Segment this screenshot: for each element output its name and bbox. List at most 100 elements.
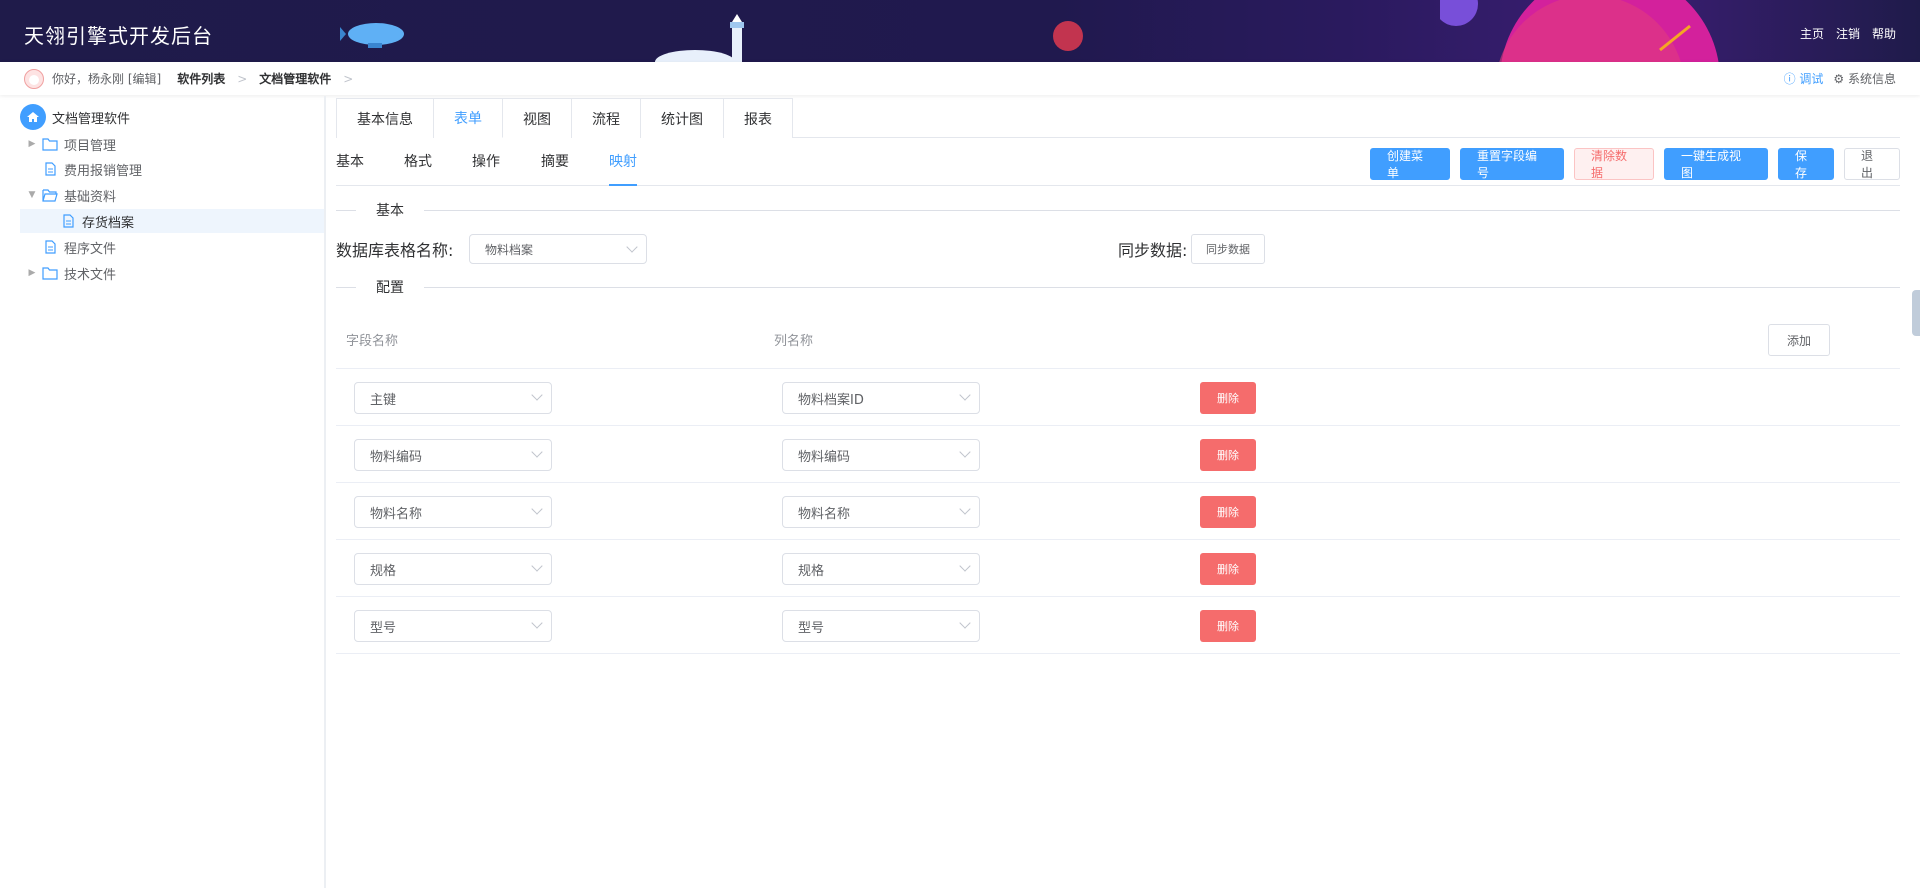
chevron-down-icon <box>531 617 543 629</box>
tree-item-program-files[interactable]: 程序文件 <box>38 235 116 259</box>
column-value: 物料档案ID <box>798 392 864 408</box>
chevron-down-icon <box>959 560 971 572</box>
delete-button[interactable]: 删除 <box>1200 610 1256 642</box>
tree-item-project[interactable]: ▶ 项目管理 <box>26 132 116 156</box>
tab-flow[interactable]: 流程 <box>572 98 641 138</box>
tab-bar: 基本信息 表单 视图 流程 统计图 报表 <box>336 98 1900 138</box>
top-header: 天翎引擎式开发后台 主页 注销 帮助 <box>0 0 1920 62</box>
subtab-summary[interactable]: 摘要 <box>541 138 569 186</box>
save-button[interactable]: 保存 <box>1778 148 1834 180</box>
table-name-label: 数据库表格名称: <box>336 241 454 260</box>
folder-open-icon <box>42 189 58 202</box>
column-header-column: 列名称 <box>774 334 814 349</box>
tree-root[interactable]: 文档管理软件 <box>20 104 130 130</box>
subheader-actions: ⓘ 调试 ⚙ 系统信息 <box>1784 70 1896 87</box>
column-select[interactable]: 物料编码 <box>782 439 980 471</box>
tree-item-inventory[interactable]: 存货档案 <box>20 209 324 233</box>
section-basic-title: 基本 <box>356 200 424 220</box>
reset-field-number-button[interactable]: 重置字段编号 <box>1460 148 1564 180</box>
tab-view[interactable]: 视图 <box>503 98 572 138</box>
table-row: 物料名称 物料名称 删除 <box>336 483 1900 540</box>
column-value: 型号 <box>798 620 825 636</box>
chevron-right-icon: > <box>237 71 248 86</box>
clear-data-button[interactable]: 清除数据 <box>1574 148 1654 180</box>
subtab-basic[interactable]: 基本 <box>336 138 364 186</box>
delete-button[interactable]: 删除 <box>1200 382 1256 414</box>
tab-report[interactable]: 报表 <box>724 98 793 138</box>
field-select[interactable]: 规格 <box>354 553 552 585</box>
gear-icon: ⚙ <box>1833 72 1848 86</box>
exit-button[interactable]: 退出 <box>1844 148 1900 180</box>
tree-item-basic-data[interactable]: ▼ 基础资料 <box>26 183 116 207</box>
column-value: 物料编码 <box>798 449 851 465</box>
chevron-down-icon <box>531 503 543 515</box>
tree-item-label: 基础资料 <box>64 189 117 205</box>
document-icon <box>45 162 56 176</box>
table-name-select[interactable]: 物料档案 <box>469 234 647 264</box>
section-divider <box>336 210 1900 211</box>
tree-item-label: 项目管理 <box>64 138 117 154</box>
chevron-down-icon <box>531 446 543 458</box>
caret-right-icon[interactable]: ▶ <box>26 268 38 278</box>
logout-link[interactable]: 注销 <box>1836 25 1860 42</box>
field-value: 物料编码 <box>370 449 423 465</box>
tree-item-tech-files[interactable]: ▶ 技术文件 <box>26 261 116 285</box>
chevron-down-icon <box>531 560 543 572</box>
tree-item-label: 存货档案 <box>82 215 135 231</box>
home-link[interactable]: 主页 <box>1800 25 1824 42</box>
caret-right-icon[interactable]: ▶ <box>26 139 38 149</box>
tree-item-label: 技术文件 <box>64 267 117 283</box>
sync-data-label: 同步数据: <box>1118 241 1188 260</box>
sidebar: 文档管理软件 ▶ 项目管理 费用报销管理 ▼ 基础资料 存货档案 程序文件 ▶ … <box>0 96 326 888</box>
main-panel: 基本信息 表单 视图 流程 统计图 报表 基本 格式 操作 摘要 映射 创建菜单… <box>336 96 1900 888</box>
table-row: 型号 型号 删除 <box>336 597 1900 654</box>
user-greeting[interactable]: 你好，杨永刚 [编辑] <box>52 70 161 87</box>
field-select[interactable]: 物料名称 <box>354 496 552 528</box>
chevron-down-icon <box>959 446 971 458</box>
column-select[interactable]: 物料档案ID <box>782 382 980 414</box>
tree-item-label: 程序文件 <box>64 241 117 257</box>
column-select[interactable]: 型号 <box>782 610 980 642</box>
tree-root-label: 文档管理软件 <box>52 111 131 127</box>
add-button[interactable]: 添加 <box>1768 324 1831 356</box>
tab-form[interactable]: 表单 <box>434 98 503 138</box>
table-row: 规格 规格 删除 <box>336 540 1900 597</box>
breadcrumb-item-current[interactable]: 文档管理软件 <box>259 70 331 87</box>
subtab-mapping[interactable]: 映射 <box>609 138 637 186</box>
system-info-link[interactable]: ⚙ 系统信息 <box>1833 70 1896 87</box>
column-header-field: 字段名称 <box>346 334 399 349</box>
delete-button[interactable]: 删除 <box>1200 553 1256 585</box>
app-title: 天翎引擎式开发后台 <box>24 24 213 48</box>
sync-data-button[interactable]: 同步数据 <box>1191 234 1265 264</box>
chevron-down-icon <box>959 389 971 401</box>
chevron-right-icon: > <box>343 71 354 86</box>
subtab-format[interactable]: 格式 <box>404 138 432 186</box>
column-select[interactable]: 规格 <box>782 553 980 585</box>
system-info-label: 系统信息 <box>1847 72 1896 86</box>
tab-chart[interactable]: 统计图 <box>641 98 724 138</box>
delete-button[interactable]: 删除 <box>1200 439 1256 471</box>
debug-link[interactable]: ⓘ 调试 <box>1784 70 1824 87</box>
tab-basic-info[interactable]: 基本信息 <box>336 98 434 138</box>
subtab-operation[interactable]: 操作 <box>472 138 500 186</box>
delete-button[interactable]: 删除 <box>1200 496 1256 528</box>
field-select[interactable]: 主键 <box>354 382 552 414</box>
column-select[interactable]: 物料名称 <box>782 496 980 528</box>
debug-label: 调试 <box>1799 72 1824 86</box>
create-menu-button[interactable]: 创建菜单 <box>1370 148 1450 180</box>
chevron-down-icon <box>531 389 543 401</box>
breadcrumb-item-software-list[interactable]: 软件列表 <box>177 70 225 87</box>
field-select[interactable]: 物料编码 <box>354 439 552 471</box>
home-icon <box>20 104 46 130</box>
tree-item-expense[interactable]: 费用报销管理 <box>38 157 142 181</box>
blimp-decoration <box>340 23 404 48</box>
side-collapse-handle[interactable] <box>1912 290 1920 336</box>
help-link[interactable]: 帮助 <box>1872 25 1896 42</box>
field-value: 主键 <box>370 392 397 408</box>
generate-view-button[interactable]: 一键生成视图 <box>1664 148 1768 180</box>
lighthouse-decoration <box>655 14 744 62</box>
caret-down-icon[interactable]: ▼ <box>26 190 38 200</box>
header-links: 主页 注销 帮助 <box>1800 25 1896 42</box>
field-select[interactable]: 型号 <box>354 610 552 642</box>
field-value: 型号 <box>370 620 397 636</box>
